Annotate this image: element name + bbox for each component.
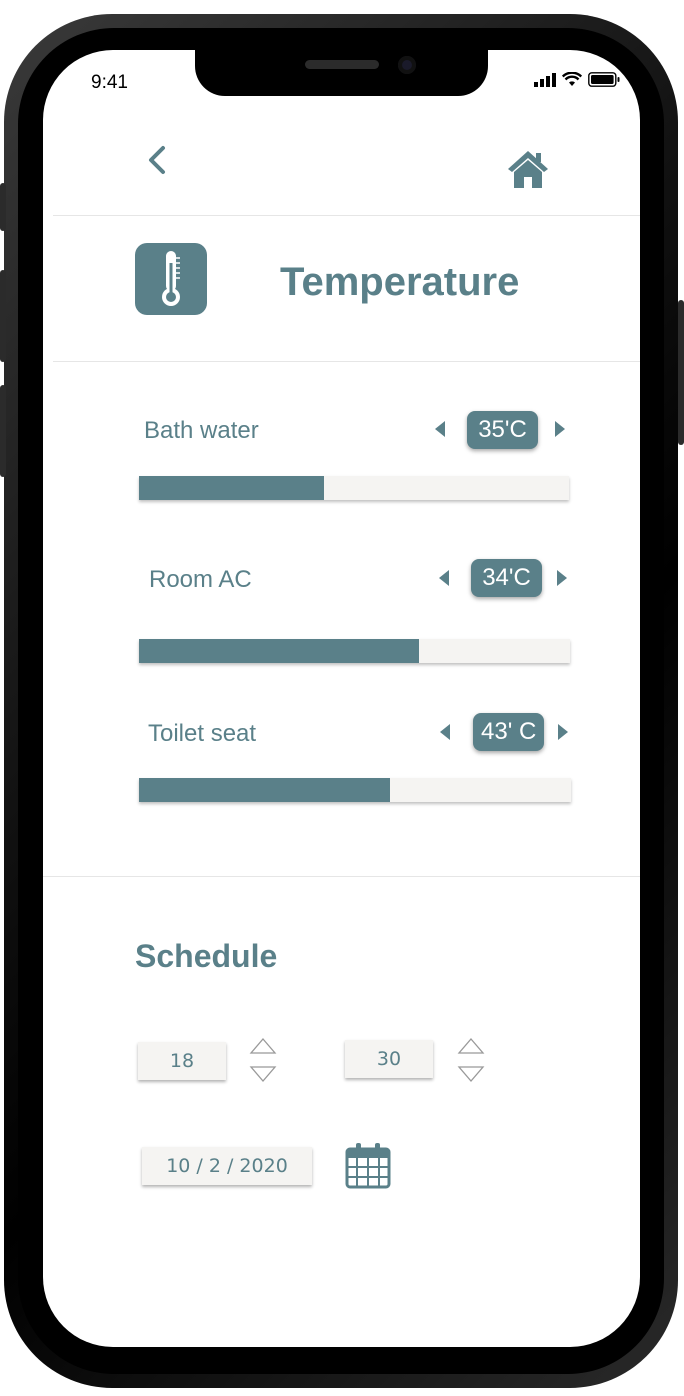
volume-up-button bbox=[0, 270, 6, 362]
minute-up-arrow-icon bbox=[457, 1038, 485, 1054]
decrease-bath-water-button[interactable] bbox=[435, 421, 445, 437]
toilet-seat-value[interactable]: 43' C bbox=[473, 713, 545, 751]
header-divider bbox=[53, 215, 640, 216]
signal-icon bbox=[534, 72, 556, 87]
notch bbox=[195, 50, 488, 96]
increase-toilet-seat-button[interactable] bbox=[558, 724, 568, 740]
mute-switch bbox=[0, 183, 6, 231]
home-icon[interactable] bbox=[506, 148, 550, 192]
hour-field[interactable]: 18 bbox=[138, 1042, 226, 1080]
toilet-seat-slider[interactable] bbox=[139, 778, 571, 802]
calendar-icon[interactable] bbox=[345, 1141, 391, 1189]
control-label-room-ac: Room AC bbox=[149, 566, 252, 593]
bath-water-slider-fill bbox=[139, 476, 324, 500]
control-label-toilet-seat: Toilet seat bbox=[148, 720, 257, 747]
status-icons bbox=[534, 72, 620, 87]
power-button bbox=[678, 300, 684, 445]
battery-icon bbox=[588, 72, 620, 87]
room-ac-slider[interactable] bbox=[139, 639, 570, 663]
wifi-icon bbox=[562, 72, 582, 86]
speaker-grill bbox=[305, 60, 379, 69]
date-field[interactable]: 10 / 2 / 2020 bbox=[142, 1147, 312, 1185]
front-camera bbox=[398, 56, 416, 74]
back-chevron-icon[interactable] bbox=[141, 145, 171, 175]
room-ac-value[interactable]: 34'C bbox=[471, 559, 542, 597]
status-time: 9:41 bbox=[91, 72, 128, 93]
control-label-bath-water: Bath water bbox=[144, 417, 259, 444]
volume-down-button bbox=[0, 385, 6, 477]
bath-water-slider[interactable] bbox=[139, 476, 569, 500]
bath-water-value[interactable]: 35'C bbox=[467, 411, 538, 449]
hour-up-arrow-icon bbox=[249, 1038, 277, 1054]
thermometer-tile bbox=[135, 243, 207, 315]
decrease-toilet-seat-button[interactable] bbox=[440, 724, 450, 740]
thermometer-icon bbox=[162, 251, 180, 306]
minute-field[interactable]: 30 bbox=[345, 1040, 433, 1078]
minute-stepper[interactable] bbox=[457, 1037, 485, 1087]
minute-down-arrow-icon bbox=[457, 1066, 485, 1082]
room-ac-slider-fill bbox=[139, 639, 420, 663]
decrease-room-ac-button[interactable] bbox=[439, 570, 449, 586]
app-screen: 9:41 Temperature Bath water 35'C Room AC… bbox=[43, 50, 640, 1347]
increase-bath-water-button[interactable] bbox=[555, 421, 565, 437]
page-title: Temperature bbox=[280, 260, 520, 304]
hour-down-arrow-icon bbox=[249, 1066, 277, 1082]
title-divider bbox=[53, 361, 640, 362]
hour-stepper[interactable] bbox=[249, 1037, 277, 1087]
section-divider bbox=[43, 876, 640, 877]
schedule-title: Schedule bbox=[135, 938, 278, 974]
increase-room-ac-button[interactable] bbox=[557, 570, 567, 586]
toilet-seat-slider-fill bbox=[139, 778, 390, 802]
